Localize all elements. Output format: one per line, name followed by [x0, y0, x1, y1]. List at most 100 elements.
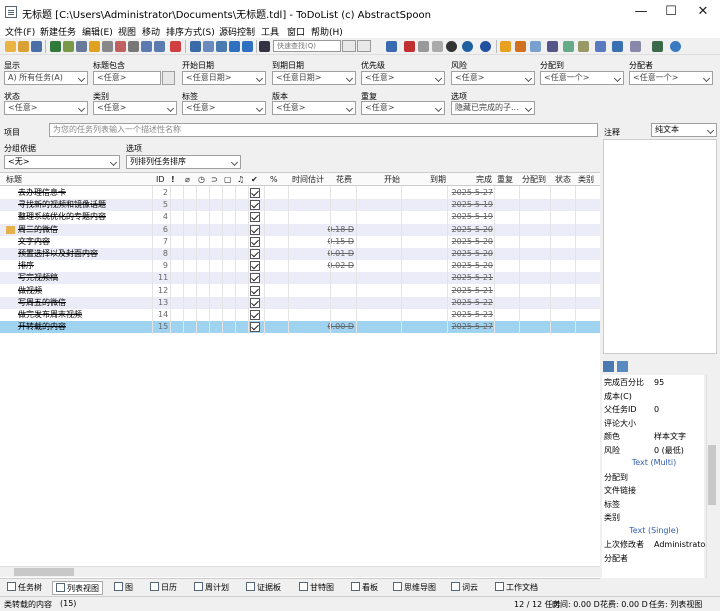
property-row[interactable]: 分配者	[604, 552, 704, 565]
col-category[interactable]: 类别	[578, 173, 594, 186]
property-row[interactable]: 颜色 样本文字	[604, 430, 704, 443]
filter-show-combo[interactable]: A) 所有任务(A)	[4, 71, 88, 85]
property-row[interactable]: 风险 0 (最低)	[604, 444, 704, 457]
col-due[interactable]: 到期	[430, 173, 446, 186]
print-icon[interactable]	[630, 41, 641, 52]
tab-word-cloud[interactable]: 词云	[451, 581, 478, 595]
table-row[interactable]: 做完发布周末视频 14 2025-5-23	[0, 309, 600, 321]
tab-calendar[interactable]: 日历	[150, 581, 177, 595]
property-row[interactable]: 成本(C)	[604, 390, 704, 403]
filter-options-combo[interactable]: 隐藏已完成的子...	[451, 101, 535, 115]
help-icon[interactable]	[480, 41, 491, 52]
tools-icon[interactable]	[515, 41, 526, 52]
task-done-checkbox[interactable]	[250, 285, 260, 296]
table-row[interactable]: 文字内容 7 0.15 D 2025-5-20	[0, 235, 600, 248]
paperclip-col-icon[interactable]: ⌀	[185, 173, 190, 186]
save-icon[interactable]	[31, 41, 42, 52]
filter-due-combo[interactable]: <任意日期>	[272, 71, 356, 85]
comments-type-combo[interactable]: 纯文本	[651, 123, 717, 137]
add-subtask-icon[interactable]	[63, 41, 74, 52]
new-task-icon[interactable]	[5, 41, 16, 52]
refresh-icon[interactable]	[162, 71, 175, 85]
delete-all-icon[interactable]	[115, 41, 126, 52]
property-row[interactable]: 文件链接	[604, 484, 704, 497]
tab-graph[interactable]: 图	[114, 581, 133, 595]
check-col-icon[interactable]: ✔	[251, 173, 258, 186]
col-done[interactable]: 完成	[476, 173, 492, 186]
tab-week-planner[interactable]: 周计划	[194, 581, 229, 595]
table-row[interactable]: 写完视频稿 11 2025-5-21	[0, 272, 600, 285]
task-done-checkbox[interactable]	[250, 322, 260, 333]
tab-task-tree[interactable]: 任务树	[7, 581, 42, 595]
col-title[interactable]: 标题	[6, 173, 22, 186]
indent-icon[interactable]	[203, 41, 214, 52]
tab-kanban[interactable]: 看板	[351, 581, 378, 595]
menu-edit[interactable]: 编辑(E)	[82, 25, 113, 38]
menu-file[interactable]: 文件(F)	[5, 25, 35, 38]
info-icon[interactable]	[462, 41, 473, 52]
tag-icon[interactable]	[652, 41, 663, 52]
lock-col-icon[interactable]: ▢	[224, 173, 232, 186]
table-row[interactable]: 做视频 12 2025-5-21	[0, 284, 600, 297]
maximize-button[interactable]: ☐	[656, 2, 686, 22]
link-icon[interactable]	[563, 41, 574, 52]
filter-priority-combo[interactable]: <任意>	[361, 71, 445, 85]
col-time-estimate[interactable]: 时间估计	[292, 173, 324, 186]
task-done-checkbox[interactable]	[250, 236, 260, 247]
tab-mind-map[interactable]: 思维导图	[393, 581, 436, 595]
bell-col-icon[interactable]: ♫	[237, 173, 244, 186]
filter-tag-combo[interactable]: <任意>	[182, 101, 266, 115]
options-combo[interactable]: 列排列任务排序	[126, 155, 241, 169]
filter-version-combo[interactable]: <任意>	[272, 101, 356, 115]
menu-sort[interactable]: 排序方式(S)	[166, 25, 215, 38]
property-group-header[interactable]: Text (Single)	[604, 525, 704, 537]
col-start[interactable]: 开始	[384, 173, 400, 186]
table-row[interactable]: 排序 9 0.02 D 2025-5-20	[0, 260, 600, 273]
task-done-checkbox[interactable]	[250, 273, 260, 284]
horizontal-scrollbar[interactable]	[0, 566, 600, 577]
arrow-right-icon[interactable]	[242, 41, 253, 52]
quick-find-input[interactable]: 快速查找(Q)	[273, 40, 341, 52]
filter-assigned-combo[interactable]: <任意一个>	[540, 71, 624, 85]
tab-list-view[interactable]: 列表视图	[52, 581, 103, 595]
filter-recur-combo[interactable]: <任意>	[361, 101, 445, 115]
find-prev-button[interactable]	[342, 40, 356, 52]
key-icon[interactable]	[578, 41, 589, 52]
minimize-button[interactable]: —	[626, 2, 656, 22]
menu-move[interactable]: 移动	[142, 25, 160, 38]
settings-icon[interactable]	[500, 41, 511, 52]
sort-icon[interactable]	[190, 41, 201, 52]
task-done-checkbox[interactable]	[250, 297, 260, 308]
table-row[interactable]: 周三的微信 6 0.18 D 2025-5-20	[0, 223, 600, 236]
filter-allocby-combo[interactable]: <任意一个>	[629, 71, 713, 85]
lock-icon[interactable]	[128, 41, 139, 52]
col-status[interactable]: 状态	[555, 173, 571, 186]
property-row[interactable]: 父任务ID 0	[604, 403, 704, 416]
redo-icon[interactable]	[154, 41, 165, 52]
binoculars-icon[interactable]	[259, 41, 270, 52]
col-assigned[interactable]: 分配到	[522, 173, 546, 186]
col-spent[interactable]: 花费	[336, 173, 352, 186]
table-row[interactable]: 写周五的微信 13 2025-5-22	[0, 296, 600, 309]
add-task-icon[interactable]	[50, 41, 61, 52]
sort-alpha-icon[interactable]	[617, 361, 628, 372]
property-row[interactable]: 分配到	[604, 471, 704, 484]
open-folder-icon[interactable]	[18, 41, 29, 52]
page-icon[interactable]	[612, 41, 623, 52]
task-done-checkbox[interactable]	[250, 249, 260, 259]
cloud-icon[interactable]	[432, 41, 443, 52]
table-row[interactable]: 寻找新的视频和镜像话题 5 2025-5-19	[0, 199, 600, 212]
table-row[interactable]: 预置选择以及封面内容 8 0.01 D 2025-5-20	[0, 248, 600, 260]
property-scrollbar[interactable]	[706, 375, 717, 578]
close-button[interactable]: ✕	[688, 2, 718, 22]
menu-tools[interactable]: 工具	[261, 25, 279, 38]
task-done-checkbox[interactable]	[250, 224, 260, 235]
email-icon[interactable]	[530, 41, 541, 52]
col-percent[interactable]: %	[270, 173, 278, 186]
property-row[interactable]: 上次修改者 Administrator	[604, 538, 709, 551]
script-icon[interactable]	[595, 41, 606, 52]
task-done-checkbox[interactable]	[250, 188, 260, 198]
categorize-icon[interactable]	[603, 361, 614, 372]
comments-editor[interactable]	[603, 139, 717, 354]
transfer-icon[interactable]	[547, 41, 558, 52]
